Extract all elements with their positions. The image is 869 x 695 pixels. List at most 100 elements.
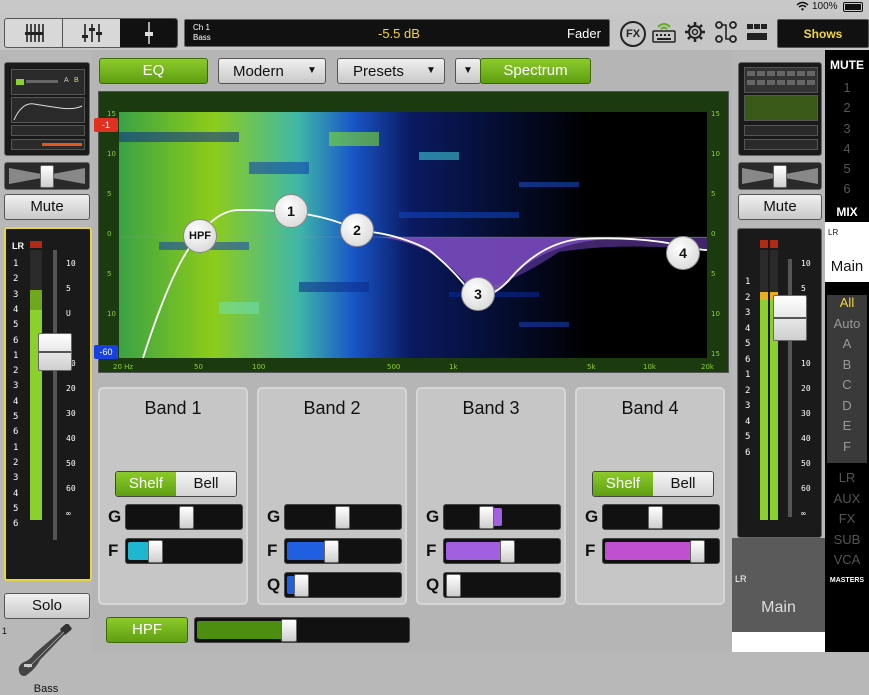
band-1-f-slider[interactable]: [125, 538, 243, 564]
mute-group-5[interactable]: 5: [825, 161, 869, 181]
y-tick-right: 5: [711, 190, 715, 198]
fader-scale-tick: 40: [66, 434, 76, 443]
band-1-bell-button[interactable]: Bell: [176, 472, 236, 496]
view-filter-auto[interactable]: Auto: [827, 316, 867, 337]
master-label-box[interactable]: LR Main: [732, 538, 825, 638]
band-4-panel: Band 4 Shelf Bell G F: [575, 387, 725, 605]
band-2-g-slider[interactable]: [284, 504, 402, 530]
band-2-f-slider[interactable]: [284, 538, 402, 564]
meter-scale-tick: 4: [13, 488, 19, 499]
master-type-aux[interactable]: AUX: [825, 491, 869, 512]
master-meter-scale-tick: 4: [745, 416, 751, 427]
master-type-fx[interactable]: FX: [825, 511, 869, 532]
view-filter-a[interactable]: A: [827, 336, 867, 357]
band-3-g-knob[interactable]: [479, 506, 494, 529]
mute-group-1[interactable]: 1: [825, 80, 869, 100]
patch-button[interactable]: [715, 21, 737, 43]
band-2-q-slider[interactable]: [284, 572, 402, 598]
spectrum-button[interactable]: Spectrum: [480, 58, 591, 84]
master-fader-area: 123456123456 105U5102030405060∞: [737, 228, 822, 538]
fader-scale-tick: U: [66, 309, 71, 318]
band-3-node[interactable]: 3: [461, 277, 495, 311]
master-pan-knob[interactable]: [773, 165, 787, 188]
presets-select[interactable]: Presets ▼: [337, 58, 445, 84]
meter-scale-tick: 5: [13, 412, 19, 422]
band-3-q-knob[interactable]: [446, 574, 461, 597]
view-filter-c[interactable]: C: [827, 377, 867, 398]
shows-button[interactable]: Shows: [777, 19, 869, 48]
band-4-bell-button[interactable]: Bell: [653, 472, 713, 496]
hpf-button[interactable]: HPF: [106, 617, 188, 643]
band-2-g-knob[interactable]: [335, 506, 350, 529]
band-3-q-slider[interactable]: [443, 572, 561, 598]
master-overview[interactable]: [738, 62, 822, 156]
band-1-title: Band 1: [144, 398, 202, 418]
eq-graph[interactable]: 15105051015 15105051015 20 Hz501005001k5…: [94, 91, 729, 373]
channel-fader-knob[interactable]: [38, 333, 72, 371]
meter-scale-tick: 4: [13, 396, 19, 407]
band-4-shelf-button[interactable]: Shelf: [593, 472, 653, 496]
band-1-node[interactable]: 1: [274, 194, 308, 228]
instrument-picker[interactable]: [14, 623, 76, 680]
view-filter-e[interactable]: E: [827, 418, 867, 439]
hpf-slider[interactable]: [194, 617, 410, 643]
band-1-shelf-button[interactable]: Shelf: [116, 472, 176, 496]
ab-b-label: B: [74, 77, 79, 84]
band-2-q-knob[interactable]: [294, 574, 309, 597]
band-4-g-knob[interactable]: [648, 506, 663, 529]
master-type-sub[interactable]: SUB: [825, 532, 869, 553]
master-fader-knob[interactable]: [773, 295, 807, 341]
view-filter-f[interactable]: F: [827, 439, 867, 460]
band-1-g-slider[interactable]: [125, 504, 243, 530]
view-filter-d[interactable]: D: [827, 398, 867, 419]
master-type-lr[interactable]: LR: [825, 470, 869, 491]
band-4-g-slider[interactable]: [602, 504, 720, 530]
band-2-node[interactable]: 2: [340, 213, 374, 247]
mute-group-6[interactable]: 6: [825, 181, 869, 201]
channel-name: Bass: [193, 33, 211, 42]
band-4-f-fill: [605, 542, 697, 560]
view-filter-all[interactable]: All: [827, 295, 867, 316]
mute-group-4[interactable]: 4: [825, 141, 869, 161]
single-fader-tab[interactable]: [120, 19, 177, 47]
fx-button[interactable]: FX: [620, 21, 646, 47]
master-fader-scale-tick: 60: [801, 484, 811, 493]
band-3-title: Band 3: [462, 398, 520, 418]
band-1-f-knob[interactable]: [148, 540, 163, 563]
band-4-node[interactable]: 4: [666, 236, 700, 270]
band-2-f-knob[interactable]: [324, 540, 339, 563]
channel-display[interactable]: Ch 1 Bass -5.5 dB Fader: [184, 19, 610, 47]
mute-group-3[interactable]: 3: [825, 121, 869, 141]
band-3-f-knob[interactable]: [500, 540, 515, 563]
eq-style-select[interactable]: Modern ▼: [218, 58, 326, 84]
master-meter-scale-tick: 6: [745, 354, 751, 365]
band-1-g-knob[interactable]: [179, 506, 194, 529]
band-4-f-knob[interactable]: [690, 540, 705, 563]
band-3-f-slider[interactable]: [443, 538, 561, 564]
meter-scale-tick: 1: [13, 442, 19, 453]
level-readout: -5.5 dB: [378, 26, 420, 41]
channel-overview[interactable]: A B: [4, 62, 90, 156]
master-mute-button[interactable]: Mute: [738, 194, 822, 220]
layout-button[interactable]: [746, 23, 768, 41]
mute-group-list: 123456: [825, 80, 869, 202]
solo-button[interactable]: Solo: [4, 593, 90, 619]
keyboard-wifi-button[interactable]: [652, 21, 676, 43]
pan-knob[interactable]: [40, 165, 54, 188]
hpf-knob[interactable]: [281, 619, 297, 642]
mute-group-2[interactable]: 2: [825, 100, 869, 120]
mix-selected[interactable]: LR Main: [825, 222, 869, 282]
mixer-view-tab[interactable]: [5, 19, 62, 47]
view-filter-b[interactable]: B: [827, 357, 867, 378]
settings-button[interactable]: [684, 21, 706, 43]
hpf-node[interactable]: HPF: [183, 219, 217, 253]
master-type-vca[interactable]: VCA: [825, 552, 869, 573]
master-pan[interactable]: [738, 162, 822, 190]
band-3-g-slider[interactable]: [443, 504, 561, 530]
pan-control[interactable]: [4, 162, 90, 190]
band-4-f-slider[interactable]: [602, 538, 720, 564]
spectrum-dropdown[interactable]: ▼: [455, 58, 481, 84]
eq-button[interactable]: EQ: [99, 58, 208, 84]
mute-button[interactable]: Mute: [4, 194, 90, 220]
channel-view-tab[interactable]: [62, 19, 121, 47]
